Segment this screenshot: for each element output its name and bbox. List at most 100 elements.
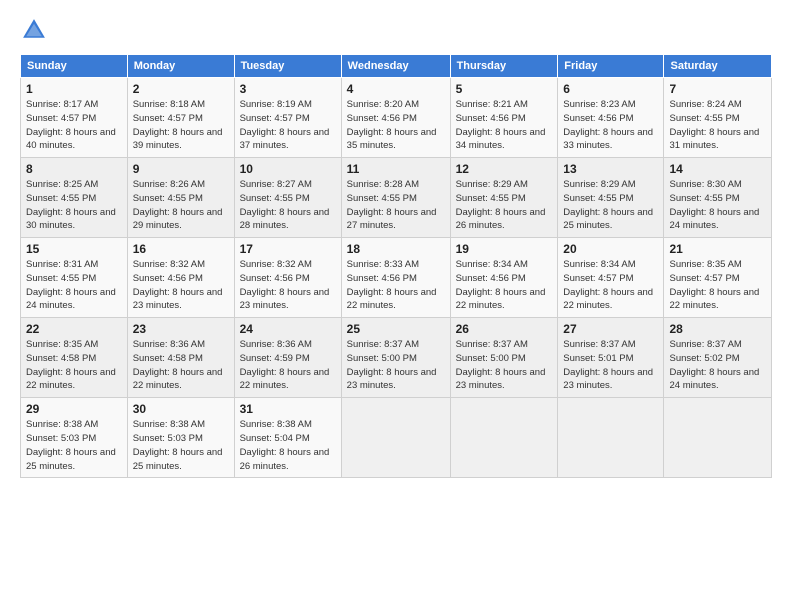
- day-number: 5: [456, 82, 553, 96]
- daylight-label: Daylight: 8 hours and 22 minutes.: [26, 367, 116, 392]
- day-number: 1: [26, 82, 122, 96]
- day-number: 2: [133, 82, 229, 96]
- sunset-label: Sunset: 4:56 PM: [240, 273, 310, 284]
- daylight-label: Daylight: 8 hours and 24 minutes.: [669, 367, 759, 392]
- calendar-cell: 12 Sunrise: 8:29 AM Sunset: 4:55 PM Dayl…: [450, 158, 558, 238]
- daylight-label: Daylight: 8 hours and 37 minutes.: [240, 127, 330, 152]
- calendar-cell: 9 Sunrise: 8:26 AM Sunset: 4:55 PM Dayli…: [127, 158, 234, 238]
- day-number: 31: [240, 402, 336, 416]
- calendar-week-row: 1 Sunrise: 8:17 AM Sunset: 4:57 PM Dayli…: [21, 78, 772, 158]
- daylight-label: Daylight: 8 hours and 30 minutes.: [26, 207, 116, 232]
- sunrise-label: Sunrise: 8:35 AM: [26, 339, 98, 350]
- sunset-label: Sunset: 4:58 PM: [26, 353, 96, 364]
- day-info: Sunrise: 8:19 AM Sunset: 4:57 PM Dayligh…: [240, 98, 336, 153]
- calendar-cell: 19 Sunrise: 8:34 AM Sunset: 4:56 PM Dayl…: [450, 238, 558, 318]
- sunset-label: Sunset: 4:57 PM: [26, 113, 96, 124]
- daylight-label: Daylight: 8 hours and 26 minutes.: [240, 447, 330, 472]
- sunset-label: Sunset: 4:57 PM: [133, 113, 203, 124]
- day-number: 8: [26, 162, 122, 176]
- sunrise-label: Sunrise: 8:32 AM: [133, 259, 205, 270]
- sunrise-label: Sunrise: 8:33 AM: [347, 259, 419, 270]
- calendar-cell: 21 Sunrise: 8:35 AM Sunset: 4:57 PM Dayl…: [664, 238, 772, 318]
- weekday-header-tuesday: Tuesday: [234, 55, 341, 78]
- sunrise-label: Sunrise: 8:37 AM: [347, 339, 419, 350]
- sunrise-label: Sunrise: 8:34 AM: [456, 259, 528, 270]
- daylight-label: Daylight: 8 hours and 22 minutes.: [669, 287, 759, 312]
- daylight-label: Daylight: 8 hours and 40 minutes.: [26, 127, 116, 152]
- sunset-label: Sunset: 5:03 PM: [26, 433, 96, 444]
- day-info: Sunrise: 8:26 AM Sunset: 4:55 PM Dayligh…: [133, 178, 229, 233]
- sunrise-label: Sunrise: 8:31 AM: [26, 259, 98, 270]
- sunrise-label: Sunrise: 8:30 AM: [669, 179, 741, 190]
- day-info: Sunrise: 8:28 AM Sunset: 4:55 PM Dayligh…: [347, 178, 445, 233]
- daylight-label: Daylight: 8 hours and 33 minutes.: [563, 127, 653, 152]
- calendar-cell: 30 Sunrise: 8:38 AM Sunset: 5:03 PM Dayl…: [127, 398, 234, 478]
- calendar-cell: 4 Sunrise: 8:20 AM Sunset: 4:56 PM Dayli…: [341, 78, 450, 158]
- sunrise-label: Sunrise: 8:29 AM: [563, 179, 635, 190]
- daylight-label: Daylight: 8 hours and 25 minutes.: [133, 447, 223, 472]
- calendar-cell: 27 Sunrise: 8:37 AM Sunset: 5:01 PM Dayl…: [558, 318, 664, 398]
- calendar-cell: 2 Sunrise: 8:18 AM Sunset: 4:57 PM Dayli…: [127, 78, 234, 158]
- logo: [20, 16, 52, 44]
- calendar-cell: [450, 398, 558, 478]
- daylight-label: Daylight: 8 hours and 22 minutes.: [347, 287, 437, 312]
- day-number: 7: [669, 82, 766, 96]
- weekday-header-row: SundayMondayTuesdayWednesdayThursdayFrid…: [21, 55, 772, 78]
- weekday-header-sunday: Sunday: [21, 55, 128, 78]
- sunset-label: Sunset: 5:00 PM: [347, 353, 417, 364]
- calendar-cell: 25 Sunrise: 8:37 AM Sunset: 5:00 PM Dayl…: [341, 318, 450, 398]
- sunset-label: Sunset: 4:55 PM: [133, 193, 203, 204]
- day-info: Sunrise: 8:34 AM Sunset: 4:56 PM Dayligh…: [456, 258, 553, 313]
- sunrise-label: Sunrise: 8:18 AM: [133, 99, 205, 110]
- sunset-label: Sunset: 4:55 PM: [563, 193, 633, 204]
- sunset-label: Sunset: 5:03 PM: [133, 433, 203, 444]
- weekday-header-saturday: Saturday: [664, 55, 772, 78]
- day-number: 16: [133, 242, 229, 256]
- weekday-header-wednesday: Wednesday: [341, 55, 450, 78]
- calendar-cell: 31 Sunrise: 8:38 AM Sunset: 5:04 PM Dayl…: [234, 398, 341, 478]
- day-number: 21: [669, 242, 766, 256]
- calendar-cell: 7 Sunrise: 8:24 AM Sunset: 4:55 PM Dayli…: [664, 78, 772, 158]
- day-info: Sunrise: 8:38 AM Sunset: 5:03 PM Dayligh…: [26, 418, 122, 473]
- day-number: 6: [563, 82, 658, 96]
- calendar-cell: [341, 398, 450, 478]
- sunrise-label: Sunrise: 8:23 AM: [563, 99, 635, 110]
- day-number: 28: [669, 322, 766, 336]
- daylight-label: Daylight: 8 hours and 25 minutes.: [563, 207, 653, 232]
- calendar-week-row: 15 Sunrise: 8:31 AM Sunset: 4:55 PM Dayl…: [21, 238, 772, 318]
- day-number: 15: [26, 242, 122, 256]
- day-number: 30: [133, 402, 229, 416]
- day-number: 19: [456, 242, 553, 256]
- daylight-label: Daylight: 8 hours and 22 minutes.: [456, 287, 546, 312]
- day-number: 18: [347, 242, 445, 256]
- sunrise-label: Sunrise: 8:35 AM: [669, 259, 741, 270]
- day-number: 26: [456, 322, 553, 336]
- sunset-label: Sunset: 4:55 PM: [26, 193, 96, 204]
- sunset-label: Sunset: 4:55 PM: [347, 193, 417, 204]
- calendar-cell: 1 Sunrise: 8:17 AM Sunset: 4:57 PM Dayli…: [21, 78, 128, 158]
- sunset-label: Sunset: 4:55 PM: [456, 193, 526, 204]
- day-number: 29: [26, 402, 122, 416]
- sunrise-label: Sunrise: 8:28 AM: [347, 179, 419, 190]
- daylight-label: Daylight: 8 hours and 24 minutes.: [669, 207, 759, 232]
- sunrise-label: Sunrise: 8:17 AM: [26, 99, 98, 110]
- calendar-cell: 16 Sunrise: 8:32 AM Sunset: 4:56 PM Dayl…: [127, 238, 234, 318]
- day-info: Sunrise: 8:37 AM Sunset: 5:00 PM Dayligh…: [347, 338, 445, 393]
- daylight-label: Daylight: 8 hours and 23 minutes.: [347, 367, 437, 392]
- sunrise-label: Sunrise: 8:38 AM: [133, 419, 205, 430]
- calendar-cell: 13 Sunrise: 8:29 AM Sunset: 4:55 PM Dayl…: [558, 158, 664, 238]
- sunset-label: Sunset: 4:59 PM: [240, 353, 310, 364]
- calendar-cell: 20 Sunrise: 8:34 AM Sunset: 4:57 PM Dayl…: [558, 238, 664, 318]
- calendar-cell: 14 Sunrise: 8:30 AM Sunset: 4:55 PM Dayl…: [664, 158, 772, 238]
- calendar-cell: 17 Sunrise: 8:32 AM Sunset: 4:56 PM Dayl…: [234, 238, 341, 318]
- sunrise-label: Sunrise: 8:37 AM: [563, 339, 635, 350]
- header: [20, 16, 772, 44]
- sunrise-label: Sunrise: 8:38 AM: [26, 419, 98, 430]
- sunrise-label: Sunrise: 8:29 AM: [456, 179, 528, 190]
- sunrise-label: Sunrise: 8:34 AM: [563, 259, 635, 270]
- calendar-cell: 15 Sunrise: 8:31 AM Sunset: 4:55 PM Dayl…: [21, 238, 128, 318]
- daylight-label: Daylight: 8 hours and 25 minutes.: [26, 447, 116, 472]
- day-info: Sunrise: 8:17 AM Sunset: 4:57 PM Dayligh…: [26, 98, 122, 153]
- sunrise-label: Sunrise: 8:32 AM: [240, 259, 312, 270]
- daylight-label: Daylight: 8 hours and 23 minutes.: [456, 367, 546, 392]
